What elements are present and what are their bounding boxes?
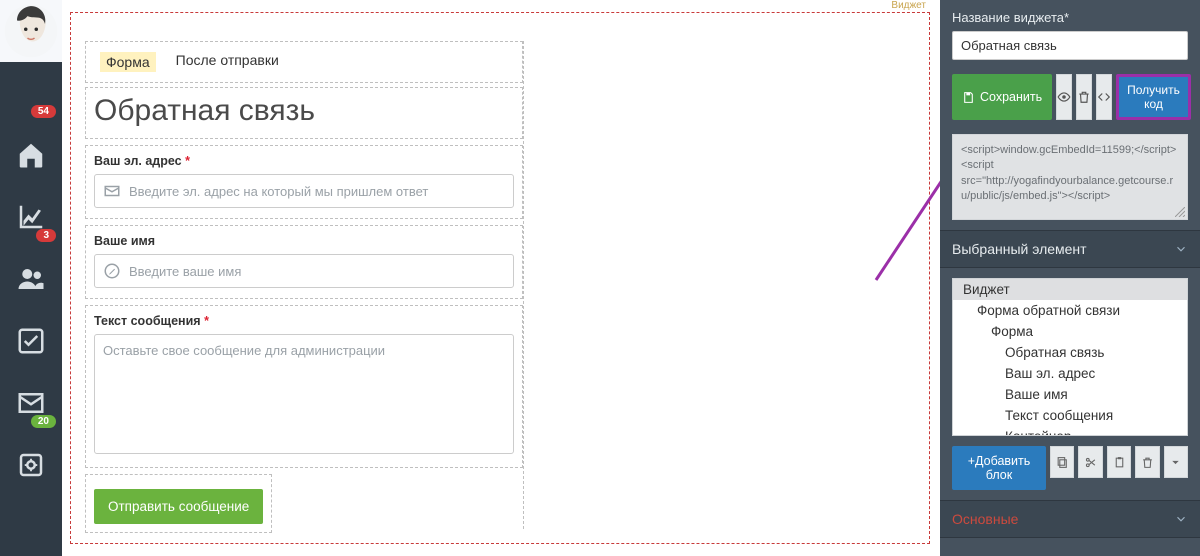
get-code-button[interactable]: Получить код <box>1116 74 1191 120</box>
submit-container[interactable]: Отправить сообщение <box>85 474 272 533</box>
tree-item[interactable]: Ваше имя <box>953 384 1187 405</box>
editor-canvas: Виджет Форма После отправки Обратная свя… <box>62 0 940 556</box>
sidebar-users[interactable] <box>0 248 62 310</box>
field-name-block[interactable]: Ваше имя <box>85 225 523 299</box>
avatar[interactable] <box>0 0 62 62</box>
clipboard-icon <box>1113 456 1126 469</box>
sidebar-messages[interactable]: 20 <box>0 372 62 434</box>
section-selected-element[interactable]: Выбранный элемент <box>940 230 1200 268</box>
submit-button[interactable]: Отправить сообщение <box>94 489 263 524</box>
add-block-button[interactable]: +Добавить блок <box>952 446 1046 490</box>
edit-icon <box>103 262 121 280</box>
tree-item[interactable]: Виджет <box>953 279 1187 300</box>
sidebar-notifications[interactable]: 54 <box>0 62 62 124</box>
sidebar-tasks[interactable] <box>0 310 62 372</box>
more-button[interactable] <box>1164 446 1188 478</box>
mail-icon <box>103 182 121 200</box>
save-icon <box>962 91 975 104</box>
resize-grip-icon <box>1175 207 1185 217</box>
duplicate-button[interactable] <box>1050 446 1074 478</box>
tree-item[interactable]: Контейнер <box>953 426 1187 436</box>
section-main-label: Основные <box>952 511 1018 527</box>
chevron-down-icon <box>1174 512 1188 526</box>
sidebar-settings[interactable] <box>0 434 62 496</box>
safe-icon <box>16 450 46 480</box>
email-input[interactable] <box>129 184 505 199</box>
form-tabs: Форма После отправки <box>85 41 523 83</box>
save-button[interactable]: Сохранить <box>952 74 1052 120</box>
tree-item[interactable]: Текст сообщения <box>953 405 1187 426</box>
users-icon <box>16 264 46 294</box>
preview-button[interactable] <box>1056 74 1072 120</box>
widget-name-label: Название виджета* <box>952 10 1188 25</box>
badge-notifications: 54 <box>31 105 56 118</box>
chevron-down-icon <box>1174 242 1188 256</box>
caret-down-icon <box>1169 456 1182 469</box>
section-selected-label: Выбранный элемент <box>952 241 1087 257</box>
input-email-row <box>94 174 514 208</box>
vertical-divider <box>523 41 524 529</box>
cut-button[interactable] <box>1078 446 1102 478</box>
input-name-row <box>94 254 514 288</box>
tree-item[interactable]: Форма <box>953 321 1187 342</box>
field-msg-block[interactable]: Текст сообщения * <box>85 305 523 468</box>
code-icon <box>1097 90 1111 104</box>
embed-code-box[interactable]: <script>window.gcEmbedId=11599;</script>… <box>952 134 1188 220</box>
form-title-block[interactable]: Обратная связь <box>85 87 523 139</box>
badge-analytics: 3 <box>36 229 56 242</box>
widget-chip: Виджет <box>888 0 929 12</box>
code-button[interactable] <box>1096 74 1112 120</box>
message-textarea[interactable] <box>94 334 514 454</box>
paste-button[interactable] <box>1107 446 1131 478</box>
tree-actions-row: +Добавить блок <box>940 446 1200 500</box>
eye-icon <box>1057 90 1071 104</box>
widget-name-input[interactable] <box>952 31 1188 60</box>
tab-form[interactable]: Форма <box>100 52 156 72</box>
field-email-block[interactable]: Ваш эл. адрес * <box>85 145 523 219</box>
form-title: Обратная связь <box>94 94 514 128</box>
tree-item[interactable]: Форма обратной связи <box>953 300 1187 321</box>
label-msg: Текст сообщения * <box>94 314 514 328</box>
sidebar-analytics[interactable]: 3 <box>0 186 62 248</box>
mail-icon <box>16 388 46 418</box>
chart-icon <box>16 202 46 232</box>
home-icon <box>16 140 46 170</box>
tab-after-send[interactable]: После отправки <box>176 52 279 72</box>
form-container: Форма После отправки Обратная связь Ваш … <box>85 41 523 533</box>
name-input[interactable] <box>129 264 505 279</box>
widget-selection-box[interactable]: Виджет Форма После отправки Обратная свя… <box>70 12 930 544</box>
label-name: Ваше имя <box>94 234 514 248</box>
tree-item[interactable]: Обратная связь <box>953 342 1187 363</box>
label-email: Ваш эл. адрес * <box>94 154 514 168</box>
copy-icon <box>1056 456 1069 469</box>
section-main[interactable]: Основные <box>940 500 1200 538</box>
delete-button[interactable] <box>1076 74 1092 120</box>
trash-icon <box>1077 90 1091 104</box>
scissors-icon <box>1084 456 1097 469</box>
element-tree[interactable]: ВиджетФорма обратной связиФормаОбратная … <box>952 278 1188 436</box>
tree-item[interactable]: Ваш эл. адрес <box>953 363 1187 384</box>
trash-icon <box>1141 456 1154 469</box>
badge-messages: 20 <box>31 415 56 428</box>
left-sidebar: 54 3 20 <box>0 0 62 556</box>
right-panel: Название виджета* Сохранить Получить код… <box>940 0 1200 556</box>
sidebar-home[interactable] <box>0 124 62 186</box>
delete-block-button[interactable] <box>1135 446 1159 478</box>
checkbox-icon <box>16 326 46 356</box>
